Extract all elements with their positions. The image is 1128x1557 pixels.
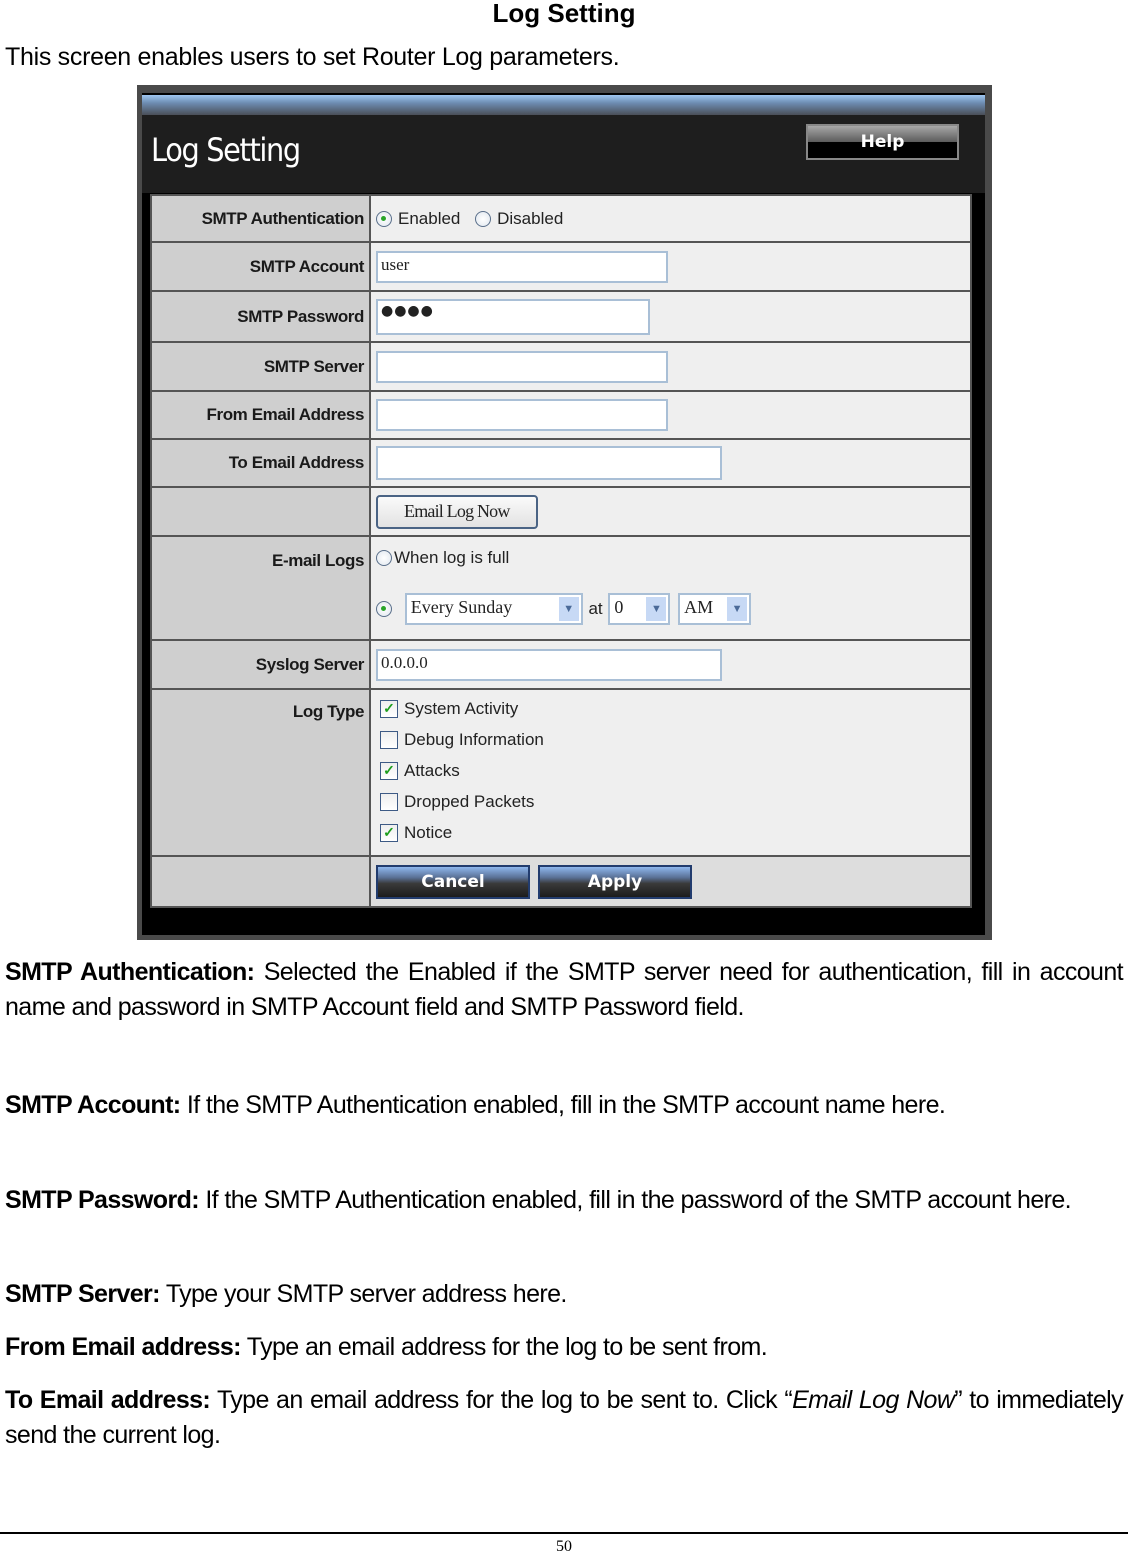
chevron-down-icon: ▼ [558, 597, 579, 621]
description-text: If the SMTP Authentication enabled, fill… [180, 1091, 946, 1119]
chevron-down-icon: ▼ [646, 597, 667, 621]
log-type-item: Dropped Packets [380, 791, 970, 822]
dropped-packets-checkbox[interactable] [380, 792, 398, 811]
from-email-input[interactable] [376, 399, 668, 431]
schedule-radio[interactable] [376, 601, 392, 617]
syslog-server-input[interactable]: 0.0.0.0 [376, 648, 722, 681]
description-term: SMTP Account: [5, 1091, 181, 1119]
description-text: Type your SMTP server address here. [159, 1280, 568, 1308]
router-window: Log Setting Help SMTP Authentication Ena… [142, 93, 985, 935]
log-type-item: ✓ Attacks [380, 760, 970, 791]
row-smtp-password: SMTP Password ●●●● [150, 290, 972, 343]
row-smtp-account: SMTP Account user [150, 241, 972, 292]
description-to-email: To Email address: Type an email address … [5, 1383, 1124, 1453]
system-activity-checkbox[interactable]: ✓ [380, 699, 398, 718]
log-type-item: ✓ System Activity [380, 698, 970, 729]
schedule-ampm-select[interactable]: AM ▼ [678, 593, 752, 625]
syslog-server-label: Syslog Server [150, 639, 371, 690]
smtp-password-label: SMTP Password [150, 290, 371, 343]
description-smtp-authentication: SMTP Authentication: Selected the Enable… [5, 955, 1124, 1025]
debug-information-label: Debug Information [404, 729, 544, 749]
page-header: Log Setting Help [142, 115, 985, 193]
when-log-full-radio[interactable] [376, 549, 392, 566]
row-email-log-now: Email Log Now [150, 486, 972, 537]
document-heading: Log Setting [492, 0, 636, 28]
smtp-password-input[interactable]: ●●●● [376, 298, 650, 335]
description-from-email: From Email address: Type an email addres… [5, 1330, 1123, 1365]
description-term: To Email address: [5, 1386, 211, 1414]
row-smtp-server: SMTP Server [150, 341, 972, 392]
attacks-label: Attacks [404, 760, 460, 780]
schedule-ampm-value: AM [684, 597, 714, 617]
description-smtp-account: SMTP Account: If the SMTP Authentication… [5, 1088, 1123, 1123]
cancel-button[interactable]: Cancel [376, 864, 530, 899]
at-label: at [588, 599, 603, 618]
smtp-account-label: SMTP Account [150, 241, 371, 292]
description-term: From Email address: [5, 1333, 242, 1361]
row-email-logs: E-mail Logs When log is full Every Sunda… [150, 535, 972, 641]
smtp-server-input[interactable] [376, 350, 668, 383]
log-type-item: Debug Information [380, 729, 970, 760]
smtp-auth-enabled-label: Enabled [398, 208, 461, 228]
email-logs-label: E-mail Logs [150, 535, 371, 641]
log-settings-form: SMTP Authentication Enabled Disabled SMT… [150, 194, 972, 908]
when-log-full-label: When log is full [394, 547, 510, 567]
description-smtp-server: SMTP Server: Type your SMTP server addre… [5, 1277, 1123, 1312]
smtp-auth-disabled-label: Disabled [497, 208, 564, 228]
description-text: If the SMTP Authentication enabled, fill… [198, 1186, 1071, 1214]
attacks-checkbox[interactable]: ✓ [380, 761, 398, 780]
footer-divider [0, 1532, 1128, 1534]
row-actions: Cancel Apply [150, 855, 972, 908]
chevron-down-icon: ▼ [727, 597, 748, 621]
help-button[interactable]: Help [806, 124, 959, 160]
row-from-email: From Email Address [150, 390, 972, 440]
description-text: Type an email address for the log to be … [210, 1386, 793, 1414]
page-number: 50 [556, 1538, 572, 1555]
schedule-day-select[interactable]: Every Sunday ▼ [404, 593, 583, 625]
smtp-authentication-label: SMTP Authentication [150, 194, 371, 243]
dropped-packets-label: Dropped Packets [404, 791, 535, 811]
log-type-item: ✓ Notice [380, 822, 970, 853]
row-log-type: Log Type ✓ System Activity Debug Informat… [150, 688, 972, 857]
apply-button[interactable]: Apply [538, 864, 692, 899]
email-log-now-button[interactable]: Email Log Now [376, 494, 538, 529]
page-title: Log Setting [151, 131, 301, 169]
empty-label [150, 486, 371, 537]
row-syslog-server: Syslog Server 0.0.0.0 [150, 639, 972, 690]
debug-information-checkbox[interactable] [380, 730, 398, 749]
notice-checkbox[interactable]: ✓ [380, 823, 398, 842]
to-email-label: To Email Address [150, 438, 371, 488]
description-italic: Email Log Now [792, 1386, 955, 1414]
notice-label: Notice [404, 822, 453, 842]
schedule-day-value: Every Sunday [410, 597, 513, 617]
to-email-input[interactable] [376, 446, 722, 480]
schedule-hour-select[interactable]: 0 ▼ [608, 593, 671, 625]
row-to-email: To Email Address [150, 438, 972, 488]
from-email-label: From Email Address [150, 390, 371, 440]
description-term: SMTP Authentication: [5, 958, 255, 986]
router-screenshot: Log Setting Help SMTP Authentication Ena… [137, 85, 992, 940]
description-term: SMTP Password: [5, 1186, 200, 1214]
title-bar-gradient [142, 95, 985, 115]
smtp-auth-disabled-radio[interactable] [475, 210, 492, 227]
row-smtp-authentication: SMTP Authentication Enabled Disabled [150, 194, 972, 243]
smtp-server-label: SMTP Server [150, 341, 371, 392]
description-text: Type an email address for the log to be … [240, 1333, 768, 1361]
smtp-account-input[interactable]: user [376, 250, 668, 283]
empty-label [150, 855, 371, 908]
schedule-hour-value: 0 [614, 597, 624, 617]
system-activity-label: System Activity [404, 698, 519, 718]
description-term: SMTP Server: [5, 1280, 161, 1308]
description-smtp-password: SMTP Password: If the SMTP Authenticatio… [5, 1183, 1123, 1218]
document-intro: This screen enables users to set Router … [5, 43, 620, 71]
log-type-label: Log Type [150, 688, 371, 857]
smtp-auth-enabled-radio[interactable] [376, 210, 392, 227]
